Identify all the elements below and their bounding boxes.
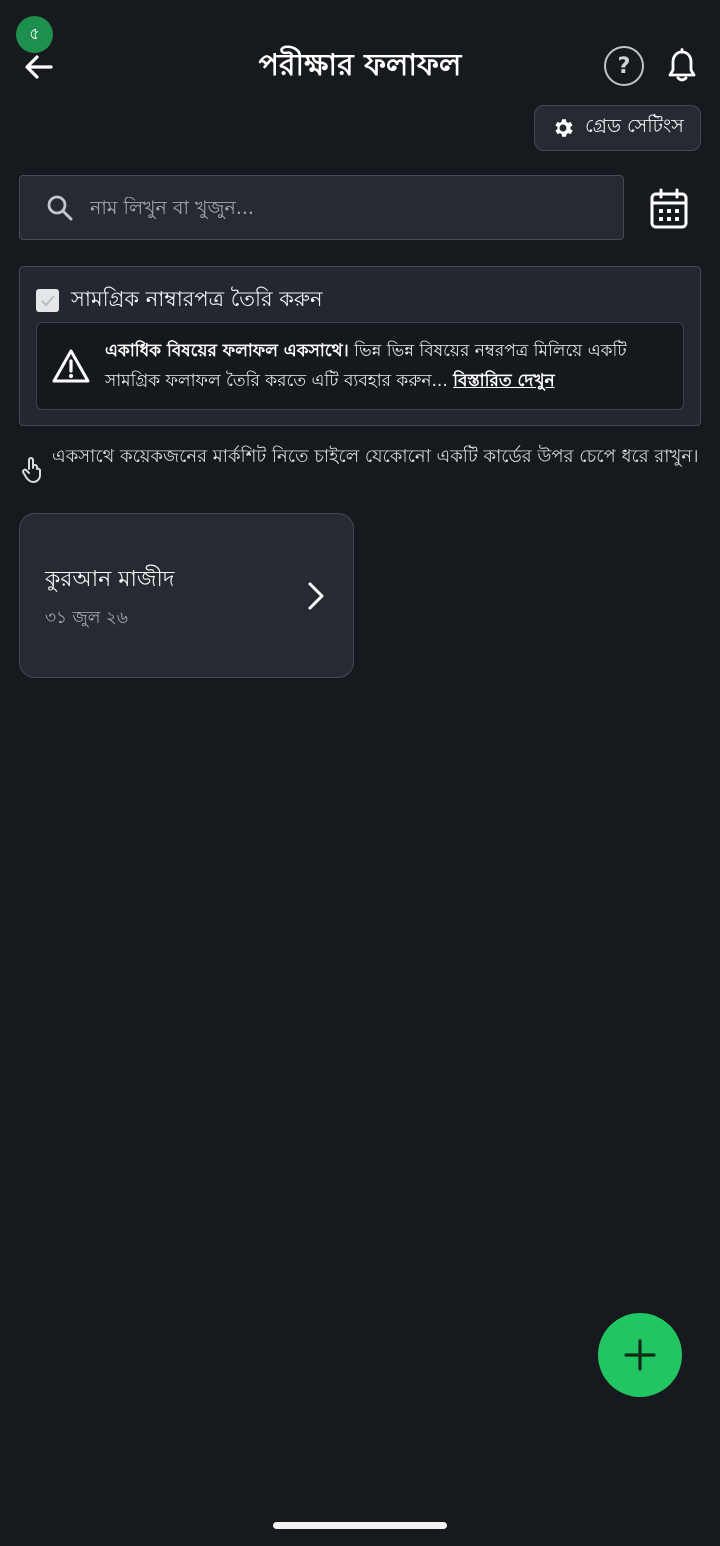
- grade-settings-label: গ্রেড সেটিংস: [585, 115, 684, 137]
- combined-marksheet-panel: সামগ্রিক নাম্বারপত্র তৈরি করুন একাধিক বি…: [19, 266, 701, 426]
- search-bar: [19, 175, 624, 240]
- help-button[interactable]: ?: [604, 46, 644, 86]
- touch-hand-icon: [22, 457, 41, 483]
- help-icon: ?: [617, 53, 631, 79]
- info-notice: একাধিক বিষয়ের ফলাফল একসাথে। ভিন্ন ভিন্ন…: [36, 322, 684, 410]
- home-indicator[interactable]: [273, 1522, 447, 1529]
- app-bar: পরীক্ষার ফলাফল ?: [0, 36, 720, 96]
- bell-icon: [668, 48, 696, 82]
- calendar-icon: [650, 188, 688, 229]
- search-icon: [47, 195, 73, 220]
- chevron-right-icon: [302, 580, 330, 612]
- combined-marksheet-checkbox[interactable]: [36, 289, 59, 312]
- result-card-date: ৩১ জুল ২৬: [45, 608, 128, 628]
- combined-marksheet-toggle[interactable]: সামগ্রিক নাম্বারপত্র তৈরি করুন: [36, 283, 323, 318]
- notifications-button[interactable]: [662, 46, 702, 86]
- plus-icon: [624, 1339, 656, 1371]
- info-heading: একাধিক বিষয়ের ফলাফল একসাথে।: [105, 341, 349, 361]
- long-press-hint: একসাথে কয়েকজনের মার্কশিট নিতে চাইলে যেক…: [22, 442, 702, 484]
- info-text: একাধিক বিষয়ের ফলাফল একসাথে। ভিন্ন ভিন্ন…: [105, 336, 670, 396]
- gear-icon: [555, 119, 573, 137]
- add-result-button[interactable]: [598, 1313, 682, 1397]
- search-input[interactable]: [90, 196, 570, 219]
- hint-text: একসাথে কয়েকজনের মার্কশিট নিতে চাইলে যেক…: [52, 446, 699, 467]
- check-icon: [40, 294, 55, 306]
- result-card-title: কুরআন মাজীদ: [45, 567, 175, 592]
- result-card[interactable]: কুরআন মাজীদ ৩১ জুল ২৬: [19, 513, 354, 678]
- calendar-button[interactable]: [644, 184, 694, 234]
- grade-settings-button[interactable]: গ্রেড সেটিংস: [534, 105, 701, 151]
- combined-marksheet-label: সামগ্রিক নাম্বারপত্র তৈরি করুন: [71, 287, 323, 311]
- warning-icon: [52, 349, 90, 383]
- details-link[interactable]: বিস্তারিত দেখুন: [453, 371, 555, 391]
